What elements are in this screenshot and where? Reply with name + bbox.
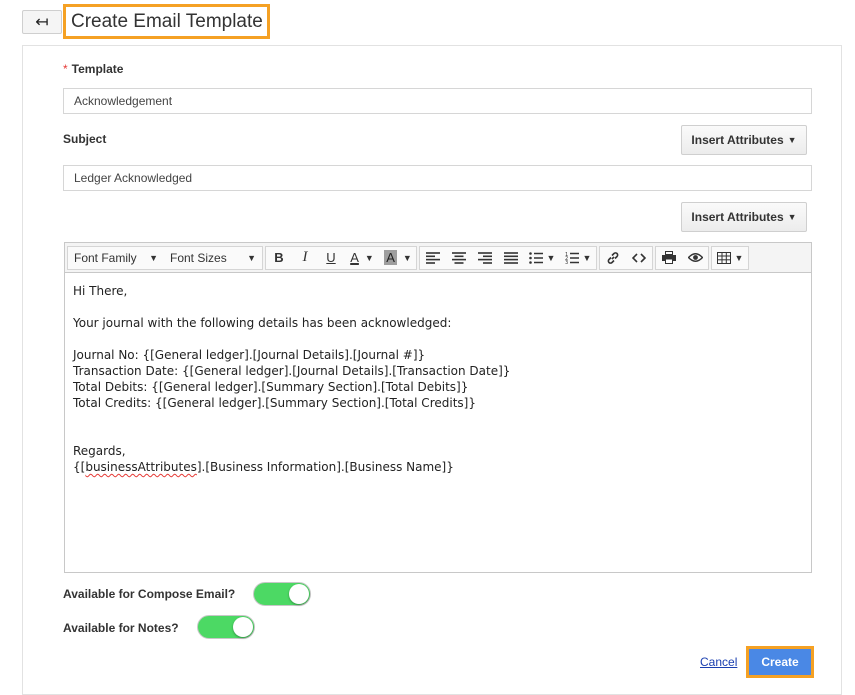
align-left-icon[interactable]	[420, 247, 446, 269]
back-button[interactable]: ↤	[22, 10, 62, 34]
text-color-button[interactable]: A ▼	[344, 247, 380, 269]
preview-eye-icon[interactable]	[682, 247, 708, 269]
rich-text-editor: Font Family ▼ Font Sizes ▼ B I U A ▼ A ▼	[64, 242, 812, 573]
compose-email-toggle[interactable]	[253, 582, 311, 606]
cancel-link[interactable]: Cancel	[700, 655, 737, 669]
insert-attributes-label: Insert Attributes	[691, 210, 784, 224]
body-line: Hi There,	[73, 284, 128, 298]
body-line: Transaction Date: {[General ledger].[Jou…	[73, 364, 511, 378]
signature-suffix: ].[Business Information].[Business Name]…	[196, 460, 454, 474]
numbered-list-icon: 123	[565, 252, 579, 264]
subject-input[interactable]	[63, 165, 812, 191]
text-color-icon: A	[350, 250, 359, 265]
back-arrow-icon: ↤	[35, 14, 49, 31]
bullet-list-button[interactable]: ▼	[524, 247, 560, 269]
caret-down-icon: ▼	[582, 252, 592, 263]
caret-down-icon: ▼	[247, 252, 256, 263]
toggle-knob	[289, 584, 309, 604]
template-input[interactable]	[63, 88, 812, 114]
notes-toggle[interactable]	[197, 615, 255, 639]
signature-line: {[businessAttributes].[Business Informat…	[73, 459, 803, 475]
body-line: Regards,	[73, 444, 126, 458]
caret-down-icon: ▼	[734, 252, 744, 263]
editor-toolbar: Font Family ▼ Font Sizes ▼ B I U A ▼ A ▼	[65, 243, 811, 273]
spellcheck-word: businessAttributes	[85, 460, 197, 474]
format-group: B I U A ▼ A ▼	[265, 245, 417, 270]
font-family-select[interactable]: Font Family ▼	[68, 247, 164, 269]
link-icon[interactable]	[600, 247, 626, 269]
template-label: * Template	[63, 62, 123, 76]
insert-group	[599, 245, 653, 270]
body-line: Total Debits: {[General ledger].[Summary…	[73, 380, 469, 394]
insert-attributes-label: Insert Attributes	[691, 133, 784, 147]
body-line: Journal No: {[General ledger].[Journal D…	[73, 348, 426, 362]
caret-down-icon: ▼	[787, 212, 797, 222]
svg-text:3: 3	[565, 260, 568, 264]
output-group	[655, 245, 709, 270]
alignment-group: ▼ 123 ▼	[419, 245, 597, 270]
body-line	[73, 331, 803, 347]
caret-down-icon: ▼	[546, 252, 556, 263]
compose-email-label: Available for Compose Email?	[63, 587, 236, 601]
caret-down-icon: ▼	[149, 252, 158, 263]
background-color-button[interactable]: A ▼	[380, 247, 416, 269]
table-button[interactable]: ▼	[712, 247, 748, 269]
background-color-icon: A	[384, 250, 397, 265]
create-button[interactable]: Create	[746, 646, 814, 678]
align-center-icon[interactable]	[446, 247, 472, 269]
page-title: Create Email Template	[63, 4, 270, 39]
toggle-knob	[233, 617, 253, 637]
caret-down-icon: ▼	[787, 135, 797, 145]
template-label-text: Template	[71, 62, 124, 76]
underline-button[interactable]: U	[318, 247, 344, 269]
required-marker: *	[63, 62, 68, 76]
body-line	[73, 411, 803, 427]
align-right-icon[interactable]	[472, 247, 498, 269]
caret-down-icon: ▼	[364, 252, 374, 263]
align-justify-icon[interactable]	[498, 247, 524, 269]
font-family-label: Font Family	[74, 250, 137, 265]
body-line	[73, 427, 803, 443]
font-size-select[interactable]: Font Sizes ▼	[164, 247, 262, 269]
insert-attributes-body-button[interactable]: Insert Attributes ▼	[681, 202, 807, 232]
italic-button[interactable]: I	[292, 247, 318, 269]
print-icon[interactable]	[656, 247, 682, 269]
body-line	[73, 299, 803, 315]
signature-prefix: {[	[73, 460, 86, 474]
body-line: Your journal with the following details …	[73, 316, 452, 330]
body-line: Total Credits: {[General ledger].[Summar…	[73, 396, 476, 410]
notes-label: Available for Notes?	[63, 621, 179, 635]
font-group: Font Family ▼ Font Sizes ▼	[67, 245, 263, 270]
subject-label: Subject	[63, 132, 107, 146]
table-icon	[716, 251, 731, 264]
bold-button[interactable]: B	[266, 247, 292, 269]
editor-content[interactable]: Hi There, Your journal with the followin…	[65, 273, 811, 485]
numbered-list-button[interactable]: 123 ▼	[560, 247, 596, 269]
insert-attributes-subject-button[interactable]: Insert Attributes ▼	[681, 125, 807, 155]
bullet-list-icon	[528, 251, 543, 264]
code-view-icon[interactable]	[626, 247, 652, 269]
table-group: ▼	[711, 245, 749, 270]
caret-down-icon: ▼	[402, 252, 412, 263]
font-size-label: Font Sizes	[170, 250, 227, 265]
